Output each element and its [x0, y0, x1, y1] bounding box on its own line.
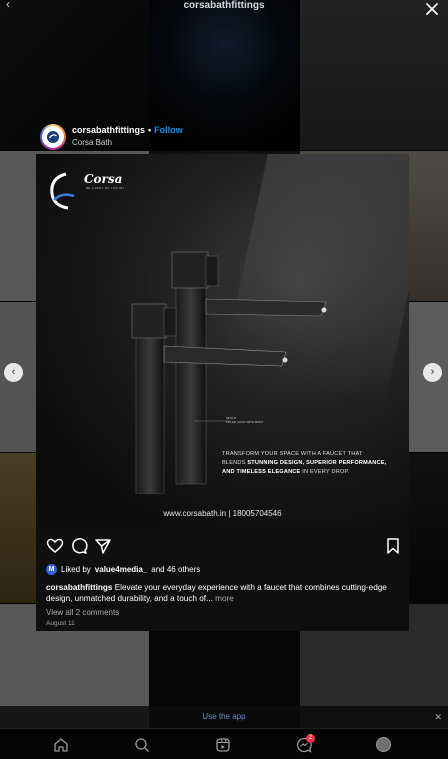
action-row: [46, 537, 401, 555]
search-icon[interactable]: [134, 737, 150, 753]
like-heart-icon[interactable]: [46, 537, 64, 555]
next-arrow-icon[interactable]: ›: [423, 363, 442, 382]
post-header: corsabathfittings • Follow Corsa Bath: [36, 120, 409, 154]
tagline-bold-1: Stunning design, superior performance,: [247, 460, 387, 466]
callout-line-2: FILLER COCK WITH BODY: [226, 420, 264, 424]
post-date: August 11: [46, 620, 75, 627]
profile-icon[interactable]: [376, 737, 391, 752]
caption-more-link[interactable]: more: [215, 594, 234, 603]
tagline-line-1: Transform your space with a faucet that: [222, 451, 363, 457]
caption-username[interactable]: corsabathfittings: [46, 583, 112, 592]
separator-dot: •: [148, 125, 152, 135]
liked-by-user[interactable]: value4media_: [95, 565, 147, 574]
liked-by-suffix[interactable]: and 46 others: [151, 565, 200, 574]
post-image[interactable]: Corsa BE A PART OF LUXURY SPOUT FILLER C…: [36, 154, 409, 527]
close-icon[interactable]: [424, 1, 440, 17]
author-username[interactable]: corsabathfittings: [72, 125, 145, 135]
save-bookmark-icon[interactable]: [384, 537, 402, 555]
tagline-pre: blends: [222, 460, 246, 466]
tagline-post: in every drop.: [302, 469, 350, 475]
comment-icon[interactable]: [70, 537, 88, 555]
post-caption: corsabathfittings Elevate your everyday …: [46, 582, 396, 604]
liked-by: M Liked by value4media_ and 46 others: [46, 564, 200, 575]
banner-close-icon[interactable]: ✕: [434, 712, 442, 722]
website-contact: www.corsabath.in | 18005704546: [163, 509, 282, 518]
modal-title: corsabathfittings: [183, 0, 265, 11]
previous-arrow-icon[interactable]: ‹: [4, 363, 23, 382]
use-app-banner: Use the app ✕: [0, 706, 448, 728]
use-app-link[interactable]: Use the app: [202, 712, 245, 721]
brand-logo-sub: BE A PART OF LUXURY: [86, 186, 125, 190]
home-icon[interactable]: [53, 737, 69, 753]
messages-badge: 2: [306, 734, 315, 743]
avatar[interactable]: [40, 124, 66, 150]
post-footer: M Liked by value4media_ and 46 others co…: [36, 527, 409, 631]
author-subtitle: Corsa Bath: [72, 138, 113, 147]
bottom-nav: 2: [0, 728, 448, 759]
liked-by-prefix: Liked by: [61, 565, 91, 574]
ad-tagline: Transform your space with a faucet that …: [222, 450, 397, 477]
share-icon[interactable]: [94, 537, 112, 555]
post-author: corsabathfittings • Follow: [72, 125, 183, 135]
view-comments-link[interactable]: View all 2 comments: [46, 608, 119, 617]
corsa-logo-icon: [50, 172, 75, 210]
corsa-logo-icon: [47, 131, 59, 143]
brand-logo-text: Corsa: [84, 172, 123, 186]
liker-avatar[interactable]: M: [46, 564, 57, 575]
back-chevron-icon[interactable]: ‹: [6, 0, 20, 12]
follow-button[interactable]: Follow: [154, 125, 183, 135]
reels-icon[interactable]: [215, 737, 231, 753]
spec-callout: SPOUT FILLER COCK WITH BODY: [226, 416, 264, 424]
tagline-bold-2: and timeless elegance: [222, 469, 301, 475]
